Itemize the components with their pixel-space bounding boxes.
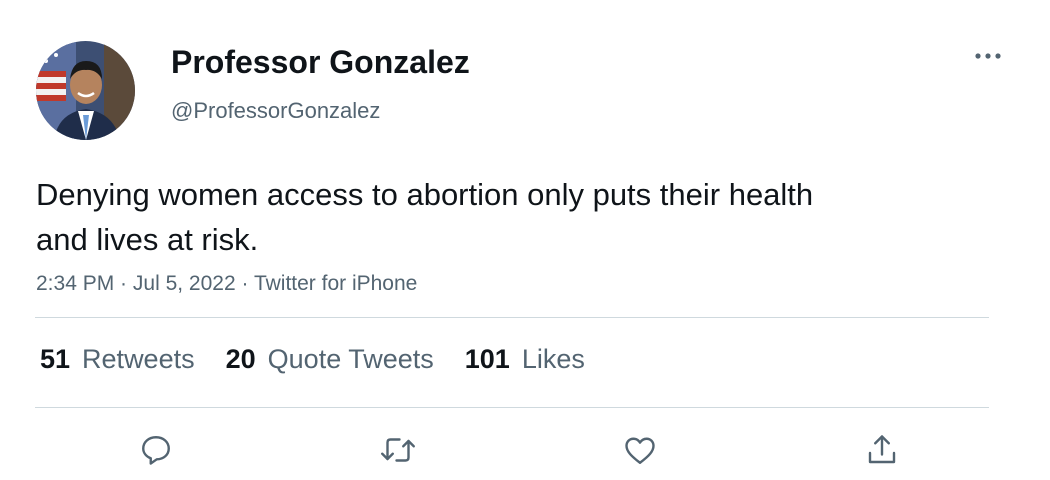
retweets-stat[interactable]: 51 Retweets bbox=[40, 344, 195, 375]
retweets-label: Retweets bbox=[82, 343, 195, 374]
retweet-icon[interactable] bbox=[376, 428, 420, 472]
avatar[interactable] bbox=[36, 41, 135, 140]
retweets-count: 51 bbox=[40, 343, 71, 374]
tweet-text: Denying women access to abortion only pu… bbox=[36, 177, 814, 257]
quote-tweets-count: 20 bbox=[225, 343, 256, 374]
divider bbox=[35, 317, 989, 318]
quote-tweets-label: Quote Tweets bbox=[267, 343, 434, 374]
user-handle[interactable]: @ProfessorGonzalez bbox=[171, 98, 380, 124]
reply-icon[interactable] bbox=[134, 428, 178, 472]
likes-label: Likes bbox=[521, 343, 585, 374]
quote-tweets-stat[interactable]: 20 Quote Tweets bbox=[226, 344, 434, 375]
tweet-metadata: 2:34 PM · Jul 5, 2022 · Twitter for iPho… bbox=[36, 272, 417, 296]
divider bbox=[35, 407, 989, 408]
tweet-date[interactable]: Jul 5, 2022 bbox=[133, 272, 236, 295]
likes-count: 101 bbox=[464, 343, 510, 374]
likes-stat[interactable]: 101 Likes bbox=[465, 344, 585, 375]
tweet-time[interactable]: 2:34 PM bbox=[36, 272, 114, 295]
engagement-stats: 51 Retweets 20 Quote Tweets 101 Likes bbox=[40, 342, 616, 376]
profile-photo-icon bbox=[36, 41, 135, 140]
tweet-source[interactable]: Twitter for iPhone bbox=[254, 272, 417, 295]
meta-separator: · bbox=[114, 272, 133, 295]
meta-separator: · bbox=[235, 272, 254, 295]
more-options-icon[interactable] bbox=[968, 44, 1008, 68]
share-icon[interactable] bbox=[860, 428, 904, 472]
like-icon[interactable] bbox=[618, 428, 662, 472]
display-name[interactable]: Professor Gonzalez bbox=[171, 44, 470, 81]
